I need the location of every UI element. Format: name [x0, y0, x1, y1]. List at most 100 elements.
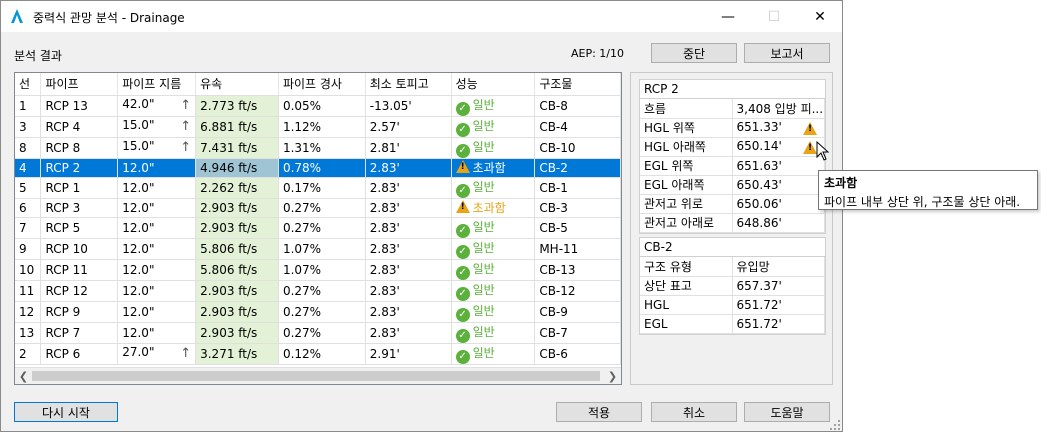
- cell-performance: ✓ 일반: [451, 177, 536, 199]
- cell-diameter: 15.0" ↑: [117, 116, 197, 138]
- property-value: 648.86': [732, 213, 825, 233]
- table-row[interactable]: 6RCP 312.0" 2.903 ft/s0.27%2.83' 초과함 CB-3: [15, 198, 621, 218]
- performance-label: 일반: [472, 219, 495, 234]
- table-row[interactable]: 5 RCP 1 12.0" 2.262 ft/s 0.17% 2.83' ✓ 일반 CB-1: [15, 177, 621, 199]
- warning-icon[interactable]: [803, 141, 817, 154]
- performance-label: 초과함: [472, 161, 506, 175]
- cell-slope: 0.27%: [278, 280, 366, 302]
- property-value-text: 650.43': [736, 177, 782, 192]
- table-row[interactable]: 2 RCP 6 27.0" ↑ 3.271 ft/s 0.12% 2.91' ✓ 일반 CB-6: [15, 343, 621, 365]
- table-row[interactable]: 12 RCP 9 12.0" 2.903 ft/s 0.27% 2.83' ✓ 일반 CB-9: [15, 301, 621, 323]
- scroll-right-icon[interactable]: ❯: [604, 368, 621, 384]
- property-value: 650.14': [732, 137, 825, 157]
- table-row[interactable]: 3 RCP 4 15.0" ↑ 6.881 ft/s 1.12% 2.57' ✓ 일반 CB-4: [15, 116, 621, 138]
- cell-velocity: 2.903 ft/s: [195, 322, 279, 344]
- cell-performance: ✓ 일반: [451, 343, 536, 365]
- cell-cover: -13.05': [365, 95, 452, 117]
- cell-id: 7: [15, 217, 42, 239]
- pipe-properties: RCP 2 흐름3,408 입방 피...HGL 위쪽651.33'HGL 아래…: [639, 79, 826, 234]
- window-title: 중력식 관망 분석 - Drainage: [33, 11, 185, 25]
- property-value-text: 651.63': [736, 158, 782, 173]
- column-header[interactable]: 성능: [451, 73, 536, 96]
- property-row: 구조 유형 유입망: [640, 257, 825, 277]
- apply-button[interactable]: 적용: [556, 402, 642, 422]
- property-key: EGL 위쪽: [640, 156, 733, 176]
- diameter-value: 27.0": [122, 345, 155, 359]
- table-row[interactable]: 7 RCP 5 12.0" 2.903 ft/s 0.27% 2.83' ✓ 일반 CB-5: [15, 217, 621, 239]
- diameter-value: 15.0": [122, 118, 155, 132]
- warning-icon: [455, 160, 470, 173]
- cell-diameter: 42.0" ↑: [117, 95, 197, 117]
- performance-label: 일반: [472, 97, 495, 112]
- maximize-button[interactable]: ☐: [751, 1, 797, 32]
- cell-velocity: 3.271 ft/s: [195, 343, 279, 365]
- table-row[interactable]: 10 RCP 11 12.0" 5.806 ft/s 1.07% 2.83' ✓ 일반 CB-1…: [15, 259, 621, 281]
- diameter-value: 12.0": [122, 160, 155, 175]
- property-value: 650.06': [732, 194, 825, 214]
- table-row[interactable]: 1 RCP 13 42.0" ↑ 2.773 ft/s 0.05% -13.05' ✓ 일반 CB…: [15, 95, 621, 117]
- diameter-value: 12.0": [122, 304, 155, 319]
- scrollbar-thumb[interactable]: [32, 371, 600, 381]
- table-row[interactable]: 4RCP 212.0" 4.946 ft/s0.78%2.83' 초과함 CB-2: [15, 158, 621, 178]
- performance-label: 일반: [472, 179, 495, 194]
- restart-button[interactable]: 다시 시작: [14, 402, 118, 422]
- diameter-value: 12.0": [122, 180, 155, 195]
- minimize-icon: —: [721, 8, 735, 25]
- results-grid[interactable]: 선 파이프 파이프 지름 유속 파이프 경사 최소 토피고 성능 구조물 1 RCP 13 42.…: [14, 72, 622, 385]
- cell-structure: CB-6: [534, 343, 621, 365]
- cell-performance: ✓ 일반: [451, 217, 536, 239]
- property-value: 651.33': [732, 118, 825, 138]
- diameter-value: 42.0": [122, 97, 155, 111]
- diameter-value: 15.0": [122, 139, 155, 153]
- column-header[interactable]: 파이프: [40, 73, 119, 96]
- table-row[interactable]: 9 RCP 10 12.0" 5.806 ft/s 1.07% 2.83' ✓ 일반 MH-11: [15, 238, 621, 260]
- warning-icon[interactable]: [803, 122, 817, 135]
- cell-id: 1: [15, 95, 42, 117]
- cell-slope: 0.27%: [278, 217, 366, 239]
- cell-performance: ✓ 일반: [451, 322, 536, 344]
- cell-velocity: 5.806 ft/s: [195, 238, 279, 260]
- app-logo-icon: [11, 9, 23, 23]
- warning-icon: [455, 200, 470, 213]
- minimize-button[interactable]: —: [705, 1, 751, 32]
- report-button[interactable]: 보고서: [744, 43, 830, 63]
- check-icon: ✓: [455, 183, 470, 197]
- check-icon: ✓: [455, 244, 470, 258]
- cell-cover: 2.91': [365, 343, 452, 365]
- property-key: 구조 유형: [640, 257, 733, 277]
- table-row[interactable]: 8 RCP 8 15.0" ↑ 7.431 ft/s 1.31% 2.81' ✓ 일반 CB-10: [15, 137, 621, 159]
- cell-velocity: 2.903 ft/s: [195, 280, 279, 302]
- help-button[interactable]: 도움말: [744, 402, 830, 422]
- title-bar: 중력식 관망 분석 - Drainage — ☐ ✕: [1, 1, 842, 32]
- close-button[interactable]: ✕: [797, 1, 843, 32]
- maximize-icon: ☐: [767, 8, 781, 25]
- cell-pipe: RCP 1: [40, 177, 119, 199]
- cell-cover: 2.83': [365, 301, 452, 323]
- table-row[interactable]: 13 RCP 7 12.0" 2.903 ft/s 0.27% 2.83' ✓ 일반 CB-7: [15, 322, 621, 344]
- cell-id: 11: [15, 280, 42, 302]
- scroll-left-icon[interactable]: ❮: [15, 368, 32, 384]
- cell-id: 6: [15, 198, 42, 218]
- cell-velocity: 2.903 ft/s: [195, 198, 279, 218]
- cell-structure: MH-11: [534, 238, 621, 260]
- column-header[interactable]: 파이프 경사: [278, 73, 366, 96]
- cell-cover: 2.83': [365, 259, 452, 281]
- column-header[interactable]: 유속: [195, 73, 279, 96]
- cancel-button[interactable]: 취소: [651, 402, 737, 422]
- resize-grip-icon[interactable]: [829, 419, 841, 431]
- property-key: 흐름: [640, 99, 733, 119]
- column-header[interactable]: 선: [15, 73, 42, 96]
- table-row[interactable]: 11 RCP 12 12.0" 2.903 ft/s 0.27% 2.83' ✓ 일반 CB-1…: [15, 280, 621, 302]
- property-row: HGL 위쪽 651.33': [640, 118, 825, 138]
- property-row: 관저고 아래로 648.86': [640, 213, 825, 233]
- horizontal-scrollbar[interactable]: ❮ ❯: [15, 367, 621, 384]
- property-value: 651.72': [732, 314, 825, 334]
- column-header[interactable]: 파이프 지름: [117, 73, 197, 96]
- column-header[interactable]: 최소 토피고: [365, 73, 452, 96]
- cell-diameter: 12.0": [117, 217, 197, 239]
- stop-button[interactable]: 중단: [651, 43, 737, 63]
- cell-diameter: 12.0": [117, 322, 197, 344]
- cell-structure: CB-4: [534, 116, 621, 138]
- column-header[interactable]: 구조물: [534, 73, 621, 96]
- cell-cover: 2.57': [365, 116, 452, 138]
